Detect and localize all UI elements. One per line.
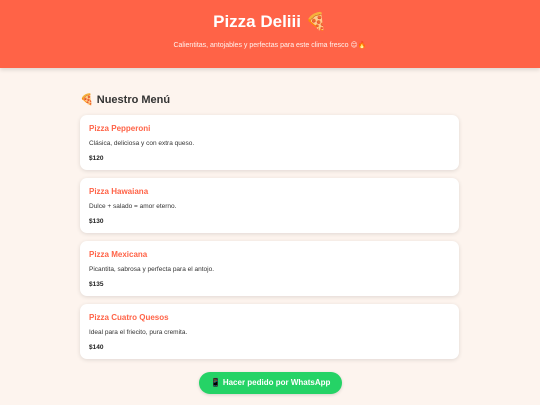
pizza-icon: 🍕 — [305, 12, 327, 32]
menu-item-price: $135 — [89, 281, 104, 288]
menu-item-name: Pizza Mexicana — [89, 250, 148, 259]
menu-item-card: Pizza Pepperoni Clásica, deliciosa y con… — [80, 115, 459, 170]
menu-item-name: Pizza Pepperoni — [89, 124, 151, 133]
menu-item-price: $130 — [89, 218, 104, 225]
site-title-text: Pizza Deliii — [213, 12, 301, 31]
site-header: Pizza Deliii 🍕 Calientitas, antojables y… — [0, 0, 540, 68]
menu-item-price: $140 — [89, 344, 104, 351]
menu-item-description: Picantita, sabrosa y perfecta para el an… — [89, 266, 215, 273]
whatsapp-order-button[interactable]: 📱 Hacer pedido por WhatsApp — [199, 372, 342, 394]
pizza-icon: 🍕 — [80, 93, 94, 106]
menu-item-description: Clásica, deliciosa y con extra queso. — [89, 140, 195, 147]
site-title: Pizza Deliii 🍕 — [0, 11, 540, 33]
site-subtitle-text: Calientitas, antojables y perfectas para… — [173, 42, 349, 49]
menu-item-price: $120 — [89, 155, 104, 162]
menu-title-text: Nuestro Menú — [96, 94, 171, 106]
whatsapp-order-label: Hacer pedido por WhatsApp — [222, 378, 331, 387]
site-subtitle: Calientitas, antojables y perfectas para… — [0, 40, 540, 51]
menu-item-name: Pizza Hawaiana — [89, 187, 149, 196]
menu-item-description: Dulce + salado = amor eterno. — [89, 203, 177, 210]
menu-item-card: Pizza Cuatro Quesos Ideal para el frieci… — [80, 304, 459, 359]
relieved-fire-icon: 😌🔥 — [350, 41, 367, 49]
mobile-phone-icon: 📱 — [210, 378, 221, 387]
menu-title: 🍕 Nuestro Menú — [80, 93, 170, 107]
menu-item-card: Pizza Hawaiana Dulce + salado = amor ete… — [80, 178, 459, 233]
menu-item-card: Pizza Mexicana Picantita, sabrosa y perf… — [80, 241, 459, 296]
menu-item-description: Ideal para el friecito, pura cremita. — [89, 329, 188, 336]
menu-item-name: Pizza Cuatro Quesos — [89, 313, 169, 322]
